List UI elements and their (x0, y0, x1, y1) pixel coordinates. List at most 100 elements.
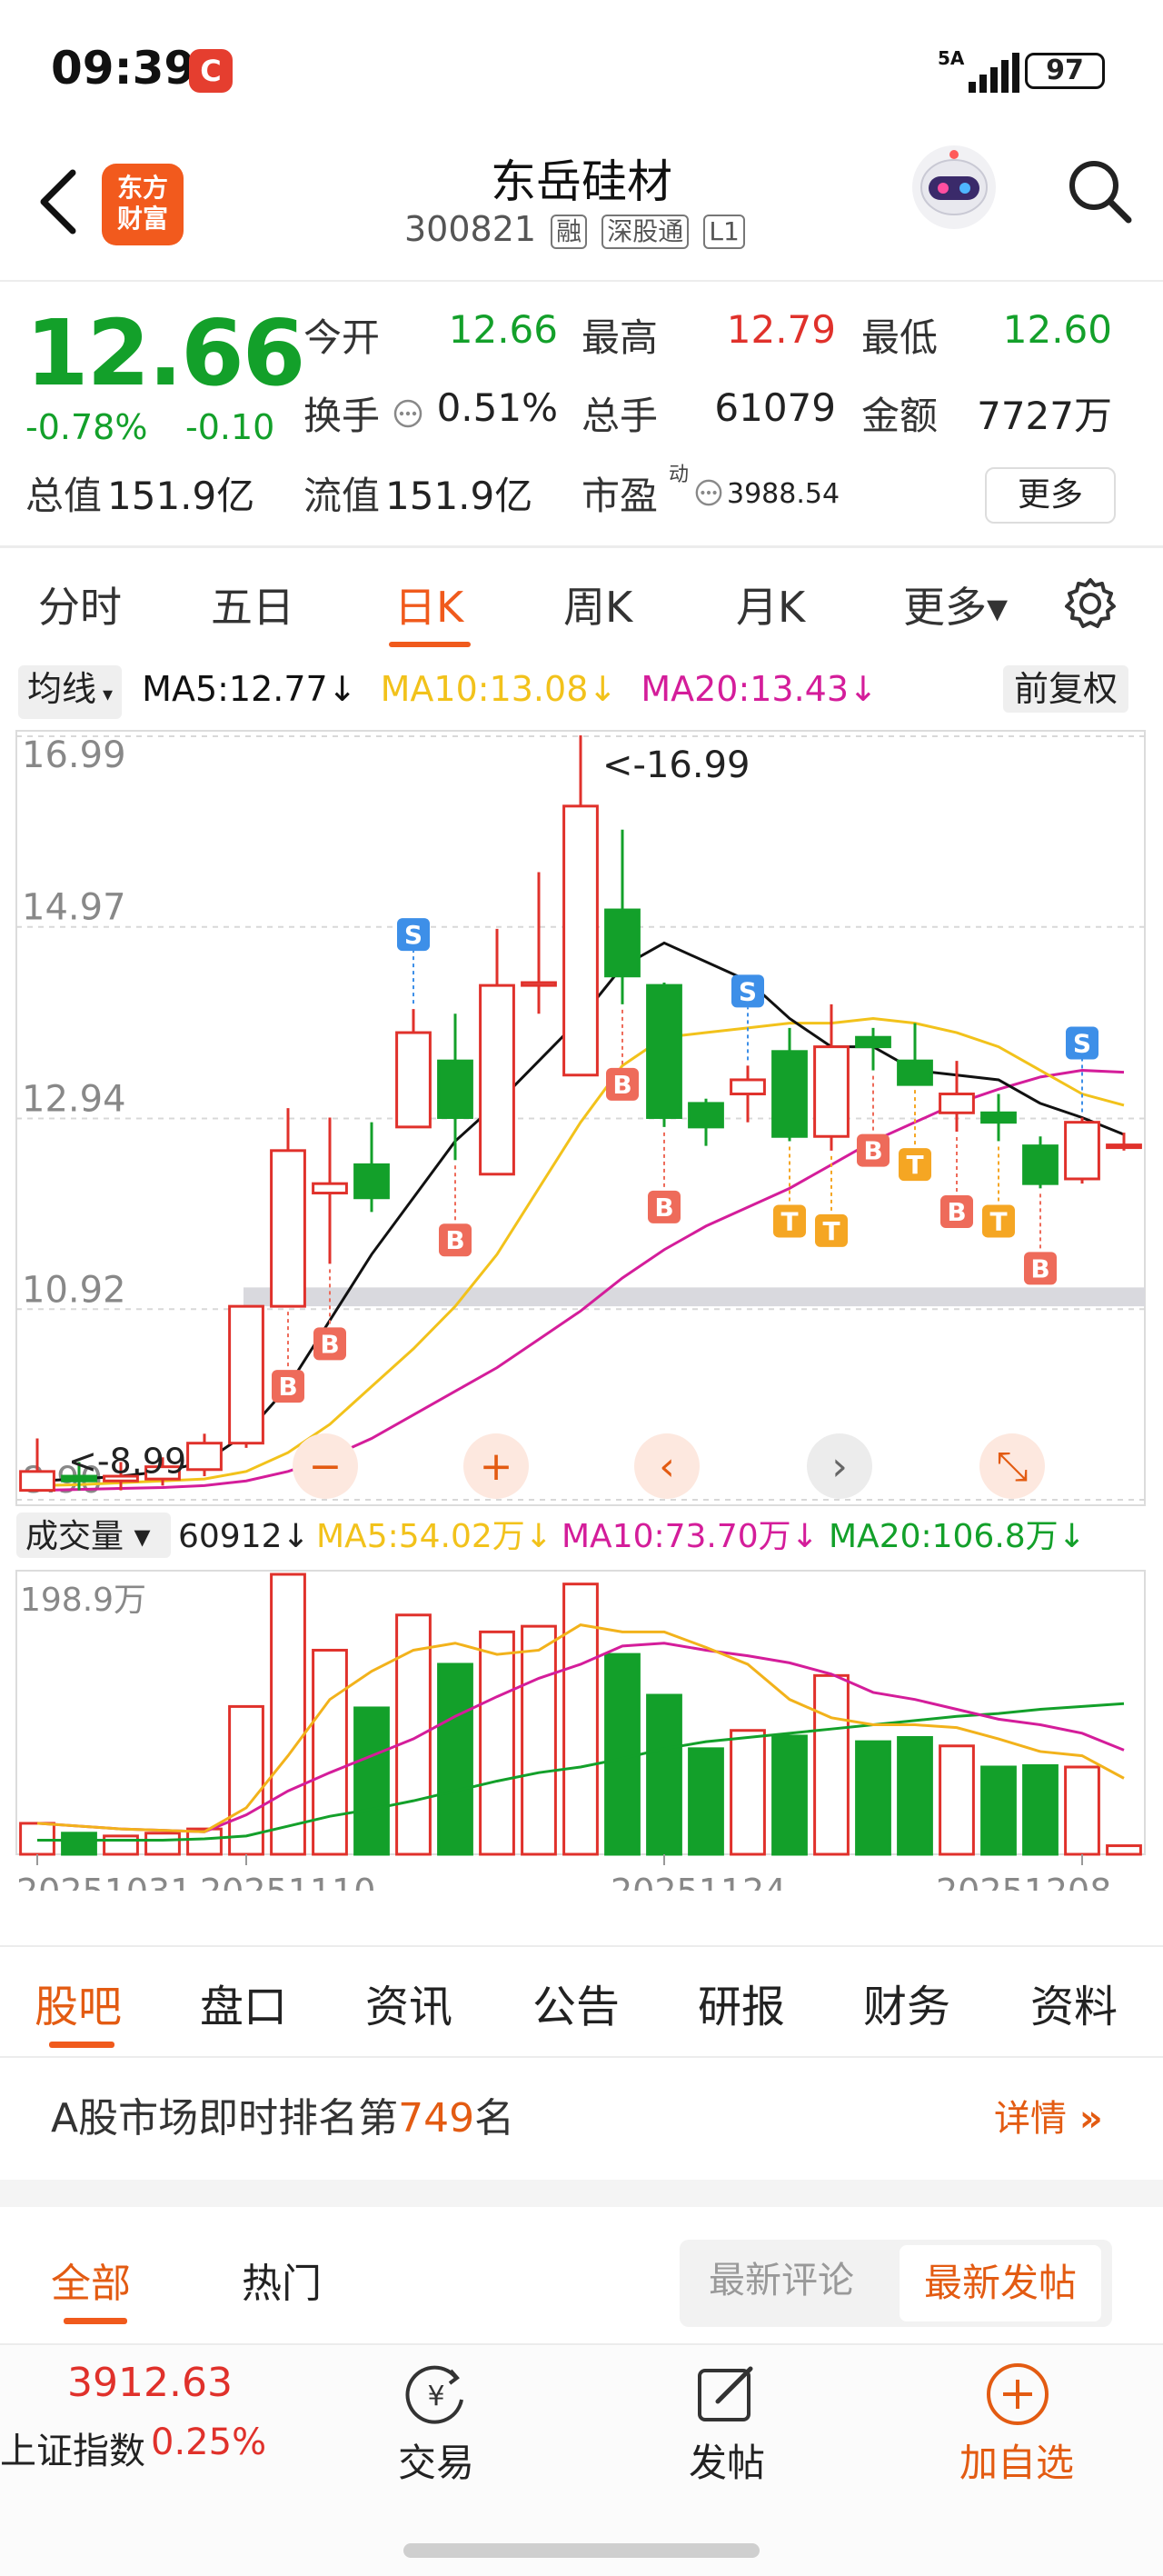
sort-latest-post[interactable]: 最新发帖 (900, 2245, 1101, 2321)
info-dots-icon[interactable] (694, 478, 723, 507)
high-price-annotation: <-16.99 (602, 744, 750, 786)
signal-label: B (1030, 1253, 1049, 1283)
sort-latest-comment[interactable]: 最新评论 (709, 2251, 854, 2303)
stock-code: 300821 (404, 209, 537, 249)
pe-dynamic-mark: 动 (669, 464, 690, 486)
tab-forum[interactable]: 股吧 (35, 1971, 122, 2034)
index-value[interactable]: 3912.63 (67, 2360, 233, 2406)
ai-assistant-robot-icon[interactable] (909, 142, 999, 233)
x-tick-label: 20251208 (936, 1872, 1111, 1891)
tab-more[interactable]: 更多▾ (903, 574, 1008, 634)
volume-bar (897, 1735, 933, 1856)
x-tick-label: 20251124 (611, 1872, 786, 1891)
candle-body (312, 1182, 348, 1195)
trade-yen-icon[interactable]: ¥ (400, 2358, 472, 2431)
feed-tab-hot[interactable]: 热门 (242, 2251, 322, 2309)
tab-financials[interactable]: 财务 (863, 1971, 950, 2034)
candle-body (395, 1031, 432, 1129)
add-watchlist-label[interactable]: 加自选 (959, 2432, 1074, 2488)
tab-intraday[interactable]: 分时 (38, 574, 122, 634)
candle-body (186, 1442, 223, 1472)
more-quote-button[interactable]: 更多 (985, 467, 1116, 524)
volume-bar (312, 1648, 348, 1856)
change-percent: -0.78% (25, 407, 148, 447)
settings-gear-icon[interactable] (1061, 574, 1119, 633)
tab-daily-k[interactable]: 日K (394, 574, 463, 634)
rank-detail-link[interactable]: 详情 » (994, 2089, 1103, 2142)
level-tag: L1 (703, 214, 745, 249)
y-tick-label: 10.92 (22, 1269, 126, 1311)
candle-body (980, 1111, 1017, 1124)
fullscreen-button-glyph: ⤡ (996, 1443, 1028, 1490)
signal-label: B (320, 1329, 339, 1359)
candle-body (521, 981, 557, 987)
open-value: 12.66 (448, 307, 558, 352)
x-tick-label: 20251110 (200, 1872, 375, 1891)
candle-body (353, 1163, 390, 1200)
high-label: 最高 (582, 315, 659, 360)
active-feed-tab-indicator (64, 2318, 127, 2324)
signal-label: T (822, 1216, 840, 1246)
candle-body (1022, 1144, 1059, 1185)
x-tick-label: 20251031 (16, 1872, 192, 1891)
scroll-right-button[interactable]: › (807, 1433, 872, 1499)
volume-bar (980, 1765, 1017, 1856)
tab-weekly-k[interactable]: 周K (563, 574, 632, 634)
tab-five-day[interactable]: 五日 (211, 574, 294, 634)
support-band (244, 1287, 1145, 1307)
stock-code-row: 300821 融 深股通 L1 (404, 209, 745, 249)
candle-body (855, 1035, 891, 1049)
feed-tab-all[interactable]: 全部 (51, 2251, 131, 2309)
add-watchlist-icon[interactable] (981, 2358, 1054, 2431)
status-time: 09:39 (51, 42, 196, 95)
last-price: 12.66 (25, 300, 305, 406)
tab-announcements[interactable]: 公告 (532, 1971, 620, 2034)
price-adjust-selector[interactable]: 前复权 (1003, 665, 1129, 713)
volume-bar (604, 1652, 641, 1856)
volume-bar (437, 1662, 473, 1856)
margin-tag: 融 (551, 214, 588, 249)
tab-monthly-k[interactable]: 月K (736, 574, 805, 634)
index-change[interactable]: 0.25% (151, 2421, 266, 2463)
pe-label: 市盈 (582, 474, 659, 518)
candle-body (771, 1050, 808, 1138)
signal-label: S (404, 920, 422, 950)
candle-body (1106, 1143, 1142, 1150)
amount-label: 金额 (861, 394, 939, 438)
index-name[interactable]: 上证指数 (0, 2421, 145, 2474)
volume-bar (1064, 1765, 1100, 1856)
chart-bottom-divider (0, 1945, 1163, 1947)
low-value: 12.60 (1002, 307, 1112, 352)
active-tab-indicator (389, 642, 471, 647)
tab-profile[interactable]: 资料 (1030, 1971, 1118, 2034)
ma-selector[interactable]: 均线 ▾ (18, 665, 123, 719)
volume-bar (813, 1673, 850, 1856)
total-cap-label: 总值 (25, 474, 103, 518)
quote-divider (0, 545, 1163, 548)
tab-research[interactable]: 研报 (698, 1971, 785, 2034)
home-indicator (403, 2543, 760, 2558)
zoom-in-button-glyph: + (480, 1443, 513, 1490)
post-label[interactable]: 发帖 (689, 2432, 765, 2488)
trade-label[interactable]: 交易 (398, 2432, 474, 2488)
signal-label: S (1073, 1028, 1091, 1058)
fullscreen-button[interactable]: ⤡ (979, 1433, 1045, 1499)
zoom-out-button[interactable]: − (293, 1433, 358, 1499)
volume-bar (521, 1624, 557, 1856)
pe-value: 3988.54 (727, 478, 840, 510)
double-chevron-icon: » (1067, 2098, 1103, 2140)
scroll-left-button[interactable]: ‹ (634, 1433, 700, 1499)
low-price-annotation: <-8.99 (68, 1442, 186, 1482)
candle-body (228, 1304, 264, 1445)
signal-label: S (739, 976, 757, 1006)
zoom-in-button[interactable]: + (463, 1433, 529, 1499)
tab-news[interactable]: 资讯 (365, 1971, 452, 2034)
search-icon[interactable] (1063, 155, 1136, 227)
candle-body (437, 1059, 473, 1119)
scroll-left-button-glyph: ‹ (659, 1443, 675, 1490)
post-edit-icon[interactable] (691, 2358, 763, 2431)
info-dots-icon[interactable] (393, 398, 423, 429)
tab-order-book[interactable]: 盘口 (200, 1971, 287, 2034)
kline-chart[interactable]: 16.9914.9712.9410.928.90BBSBBBSTTBTBTBS<… (0, 718, 1163, 1891)
volume-selector-label: 成交量 ▾ (25, 1518, 151, 1555)
